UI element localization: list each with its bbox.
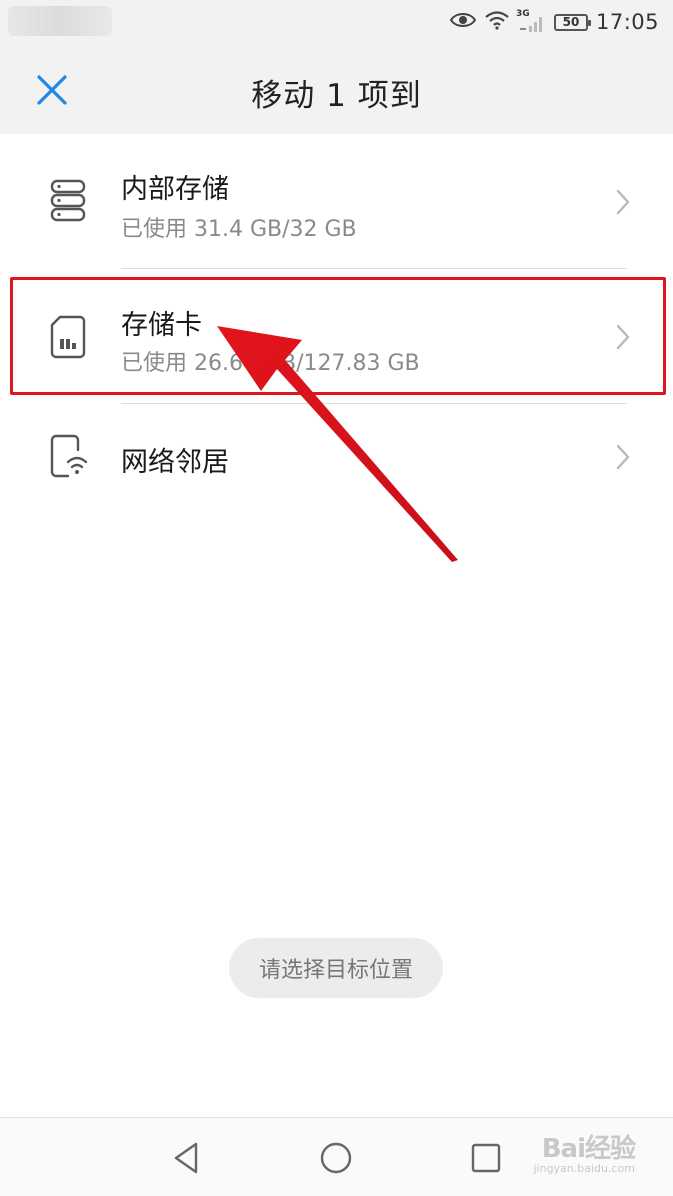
back-icon [174,1142,198,1174]
storage-item-title: 存储卡 [121,310,202,341]
status-icons: 3G 50 17:05 [449,9,659,34]
signal-icon: 3G [516,9,546,33]
wifi-icon [484,10,510,34]
status-bar: 3G 50 17:05 [0,0,673,44]
storage-item-title: 内部存储 [121,174,229,205]
chevron-right-icon [611,317,635,357]
storage-item-usage: 已使用 26.66 GB/127.83 GB [121,351,420,376]
nav-home-button[interactable] [314,1136,358,1180]
navigation-bar [0,1117,673,1196]
network-neighbor-icon [44,432,92,480]
storage-item-title: 网络邻居 [121,447,229,478]
nav-recents-button[interactable] [464,1136,508,1180]
battery-icon: 50 [553,13,591,31]
storage-item-internal[interactable]: 内部存储 已使用 31.4 GB/32 GB [0,134,673,268]
storage-item-usage: 已使用 31.4 GB/32 GB [121,217,357,242]
eye-icon [449,11,477,33]
status-time: 17:05 [595,10,659,34]
hint-toast: 请选择目标位置 [229,938,443,998]
status-blurred-area [8,6,112,36]
storage-server-icon [44,177,92,225]
nav-back-button[interactable] [164,1136,208,1180]
recents-icon [471,1143,501,1173]
home-icon [320,1142,352,1174]
chevron-right-icon [611,182,635,222]
sd-card-icon [44,313,92,361]
storage-item-network-neighbor[interactable]: 网络邻居 [0,404,673,514]
page-title: 移动 1 项到 [251,78,422,114]
app-header: 移动 1 项到 [0,44,673,134]
battery-level: 50 [562,15,580,29]
storage-item-sd-card[interactable]: 存储卡 已使用 26.66 GB/127.83 GB [0,269,673,403]
chevron-right-icon [611,437,635,477]
